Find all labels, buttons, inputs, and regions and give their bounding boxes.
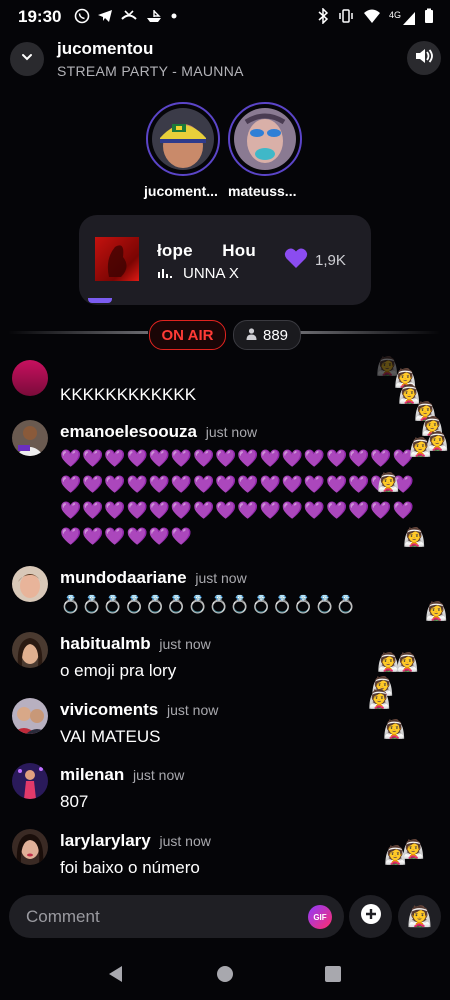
comment-time: just now — [205, 424, 258, 440]
back-icon[interactable] — [106, 964, 124, 989]
sound-button[interactable] — [407, 41, 441, 75]
wifi-icon — [363, 8, 381, 27]
comment-username[interactable]: mundodaariane just now — [60, 568, 247, 588]
reaction-button[interactable]: 👰 — [398, 895, 441, 938]
stream-header: jucomentou STREAM PARTY - MAUNNA — [0, 38, 450, 88]
avatar — [152, 108, 214, 170]
bride-icon: 👰 — [407, 906, 432, 928]
comment-username[interactable]: milenan just now — [60, 765, 184, 785]
host-1-label: jucoment... — [144, 183, 218, 199]
heart-icon — [284, 248, 308, 273]
avatar — [12, 360, 48, 396]
username[interactable]: larylarylary — [60, 831, 151, 850]
username[interactable]: mundodaariane — [60, 568, 187, 587]
avatar — [12, 632, 48, 668]
telegram-icon — [97, 8, 113, 27]
host-name[interactable]: jucomentou — [57, 39, 153, 59]
status-time: 19:30 — [18, 7, 62, 26]
whatsapp-icon — [74, 8, 90, 27]
comment-time: just now — [195, 570, 247, 586]
bride-emoji: 👰 — [368, 689, 391, 709]
avatar — [12, 420, 48, 456]
bride-emoji: 👰 — [425, 601, 448, 621]
avatar — [12, 829, 48, 865]
comment-username[interactable]: vivicoments just now — [60, 700, 218, 720]
host-2-label: mateuss... — [228, 183, 297, 199]
gif-button[interactable]: GIF — [308, 905, 332, 929]
artist-name: UNNA X — [183, 265, 239, 282]
track-title: łope Hou — [157, 241, 256, 260]
on-air-badge: ON AIR — [149, 320, 226, 350]
comment-time: just now — [167, 702, 219, 718]
add-button[interactable] — [349, 895, 392, 938]
person-icon — [246, 327, 257, 344]
viewer-count-badge[interactable]: 889 — [233, 320, 301, 350]
boat-icon — [145, 8, 163, 27]
card-tab-indicator — [88, 298, 112, 303]
missed-call-icon — [120, 8, 138, 27]
battery-icon — [424, 8, 434, 27]
speaker-icon — [414, 47, 434, 70]
comment-text: 807 — [60, 792, 89, 811]
bride-emoji: 👰 — [403, 527, 426, 547]
divider-right — [300, 331, 440, 334]
navigation-bar — [0, 950, 450, 1000]
bride-emoji: 👰 — [384, 845, 407, 865]
comment-time: just now — [159, 636, 211, 652]
comment-username[interactable]: habitualmb just now — [60, 634, 211, 654]
artist-row: UNNA X — [157, 265, 239, 282]
recents-icon[interactable] — [324, 965, 342, 988]
home-icon[interactable] — [216, 965, 234, 988]
comment-time: just now — [159, 833, 211, 849]
comment-text: foi baixo o número — [60, 858, 200, 877]
bluetooth-icon — [317, 7, 329, 27]
divider-left — [8, 331, 148, 334]
like-button[interactable] — [284, 247, 308, 274]
bride-emoji: 👰 — [396, 652, 419, 672]
bride-emoji: 👰 — [377, 472, 400, 492]
host-1[interactable] — [146, 102, 220, 176]
now-playing-card[interactable]: łope Hou UNNA X 1,9K — [79, 215, 371, 305]
dot-icon — [170, 8, 178, 27]
gif-label: GIF — [313, 912, 327, 922]
avatar — [234, 108, 296, 170]
host-2-avatar-ring — [228, 102, 302, 176]
signal-4g-icon: 4G — [389, 10, 416, 26]
comment-time: just now — [132, 767, 185, 783]
comment-input[interactable]: Comment GIF — [9, 895, 344, 938]
chevron-down-icon — [20, 50, 34, 69]
username[interactable]: vivicoments — [60, 700, 158, 719]
avatar — [12, 698, 48, 734]
host-2[interactable] — [228, 102, 302, 176]
comment-placeholder: Comment — [26, 907, 100, 926]
comment-text: KKKKKKKKKKKK — [60, 385, 197, 404]
username[interactable]: milenan — [60, 765, 124, 784]
like-count: 1,9K — [315, 252, 346, 269]
comment-text: 💍💍💍💍💍💍💍💍💍💍💍💍💍💍 — [60, 595, 357, 614]
notification-icons — [74, 8, 178, 27]
system-icons: 4G — [317, 7, 434, 27]
bride-emoji: 👰 — [409, 437, 432, 457]
avatar — [12, 763, 48, 799]
username[interactable]: habitualmb — [60, 634, 151, 653]
comment-username[interactable]: emanoelesoouza just now — [60, 422, 257, 442]
avatar — [12, 566, 48, 602]
bride-emoji: 👰 — [383, 719, 406, 739]
vibrate-icon — [337, 8, 355, 27]
username[interactable]: emanoelesoouza — [60, 422, 197, 441]
comment-text: 💜💜💜💜💜💜💜💜💜💜💜💜💜💜💜💜💜💜💜💜💜💜💜💜💜💜💜💜💜💜💜💜💜💜💜💜💜💜💜💜… — [60, 449, 415, 546]
plus-circle-icon — [360, 903, 382, 930]
album-art — [95, 237, 139, 281]
status-bar: 19:30 4G — [0, 0, 450, 34]
equalizer-icon — [157, 265, 173, 282]
comment-username[interactable]: larylarylary just now — [60, 831, 211, 851]
viewer-count: 889 — [262, 326, 289, 344]
collapse-button[interactable] — [10, 42, 44, 76]
comment-text: VAI MATEUS — [60, 727, 161, 746]
stream-title: STREAM PARTY - MAUNNA — [57, 63, 244, 79]
host-1-avatar-ring — [146, 102, 220, 176]
